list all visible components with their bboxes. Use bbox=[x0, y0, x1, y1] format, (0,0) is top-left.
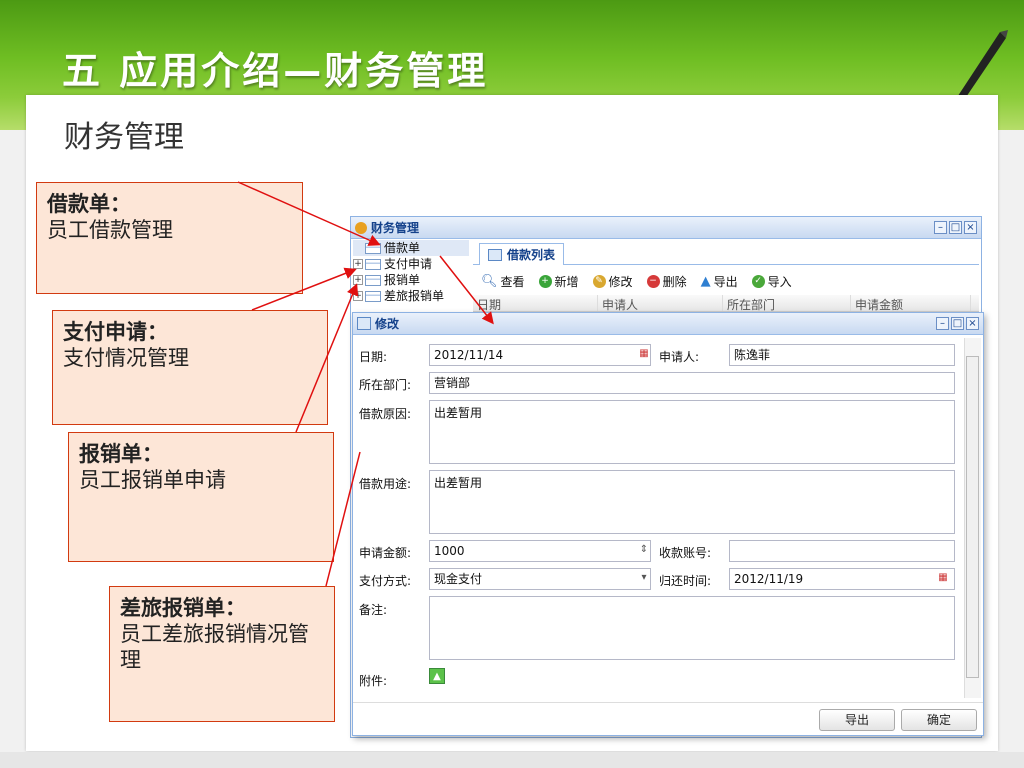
callout-arrows bbox=[237, 181, 494, 587]
arrow-reimburse bbox=[295, 283, 359, 433]
arrow-payment bbox=[251, 267, 357, 311]
arrow-travel bbox=[325, 451, 361, 587]
arrow-loan-dialog bbox=[439, 255, 494, 325]
arrow-loan bbox=[237, 181, 381, 246]
